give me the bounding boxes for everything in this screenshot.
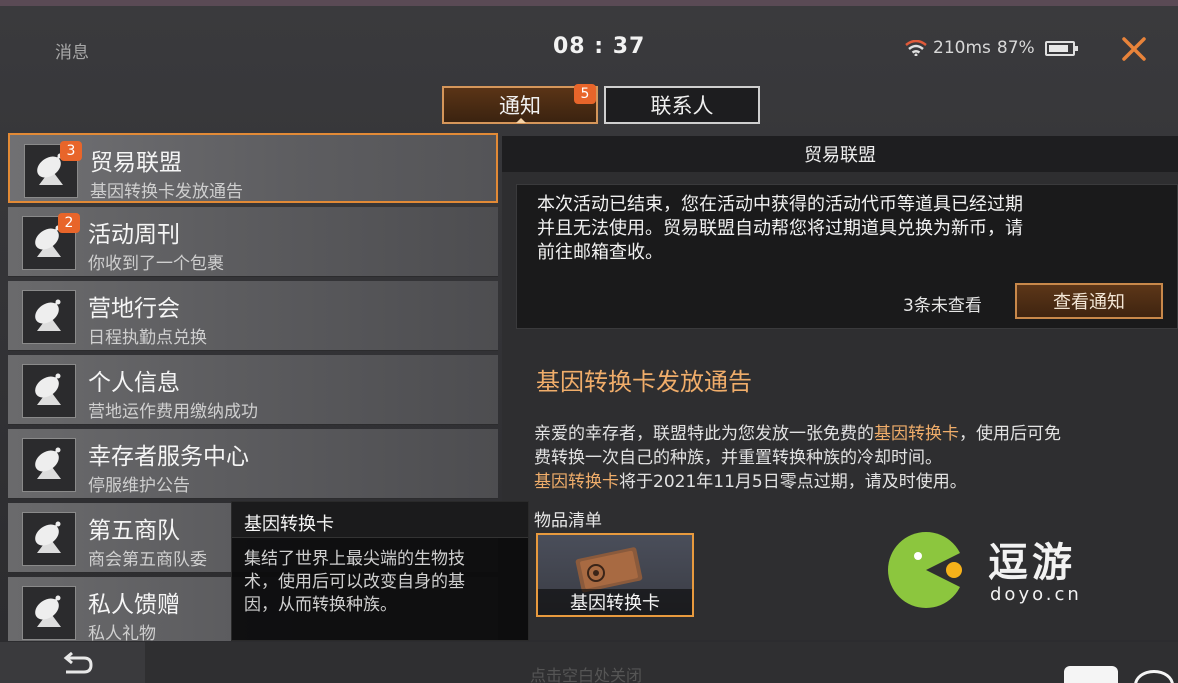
- item-name: 基因转换卡: [538, 589, 692, 615]
- tab-label: 通知: [499, 94, 541, 118]
- doyo-logo-icon: [888, 532, 966, 608]
- item-link: 基因转换卡: [874, 424, 959, 444]
- article-line: 亲爱的幸存者，联盟特此为您发放一张免费的基因转换卡，使用后可免: [534, 422, 1164, 446]
- detail-header: 贸易联盟: [502, 136, 1178, 172]
- unread-badge: 2: [58, 213, 80, 233]
- list-item[interactable]: 2 活动周刊 你收到了一个包裹: [8, 207, 498, 277]
- close-icon[interactable]: [1117, 32, 1151, 66]
- unread-badge: 3: [60, 141, 82, 161]
- item-subtitle: 商会第五商队委: [88, 550, 207, 570]
- article-line: 费转换一次自己的种族，并重置转换种族的冷却时间。: [534, 448, 942, 468]
- network-status: 210ms 87%: [905, 38, 1078, 58]
- tab-label: 联系人: [650, 94, 714, 118]
- bottom-bar: 点击空白处关闭: [0, 642, 1178, 683]
- text-span: 将于2021年11月5日零点过期，请及时使用。: [619, 472, 967, 492]
- text-span: ，使用后可免: [959, 424, 1061, 444]
- notice-line: 本次活动已结束，您在活动中获得的活动代币等道具已经过期: [537, 194, 1023, 215]
- tab-contacts[interactable]: 联系人: [604, 86, 760, 124]
- ping-value: 210ms: [933, 38, 991, 58]
- item-subtitle: 日程执勤点兑换: [88, 328, 207, 348]
- overlay-app-icon[interactable]: [1064, 666, 1118, 683]
- tooltip-line: 因，从而转换种族。: [244, 595, 397, 615]
- tab-bar: 通知 5 联系人: [442, 84, 760, 124]
- satellite-dish-icon: [22, 512, 76, 566]
- notice-line: 前往邮箱查收。: [537, 242, 663, 263]
- tooltip-line: 术，使用后可以改变自身的基: [244, 572, 465, 592]
- satellite-dish-icon: [22, 290, 76, 344]
- unread-count: 3条未查看: [903, 296, 982, 316]
- item-title: 幸存者服务中心: [88, 444, 249, 470]
- article-text: 亲爱的幸存者，联盟特此为您发放一张免费的基因转换卡，使用后可免 费转换一次自己的…: [534, 422, 1164, 494]
- watermark-url: doyo.cn: [990, 584, 1082, 605]
- tooltip-title: 基因转换卡: [232, 502, 528, 538]
- item-subtitle: 停服维护公告: [88, 476, 190, 496]
- item-tooltip: 基因转换卡 集结了世界上最尖端的生物技 术，使用后可以改变自身的基 因，从而转换…: [231, 501, 529, 641]
- item-card[interactable]: 基因转换卡: [536, 533, 694, 617]
- item-title: 第五商队: [88, 518, 180, 544]
- satellite-dish-icon: [22, 364, 76, 418]
- item-subtitle: 营地运作费用缴纳成功: [88, 402, 258, 422]
- close-hint[interactable]: 点击空白处关闭: [530, 662, 642, 683]
- item-title: 私人馈赠: [88, 592, 180, 618]
- item-subtitle: 你收到了一个包裹: [88, 254, 224, 274]
- item-subtitle: 私人礼物: [88, 624, 156, 641]
- list-item[interactable]: 个人信息 营地运作费用缴纳成功: [8, 355, 498, 425]
- notice-box: 本次活动已结束，您在活动中获得的活动代币等道具已经过期 并且无法使用。贸易联盟自…: [516, 184, 1178, 329]
- list-item[interactable]: 幸存者服务中心 停服维护公告: [8, 429, 498, 499]
- notice-text: 本次活动已结束，您在活动中获得的活动代币等道具已经过期 并且无法使用。贸易联盟自…: [537, 193, 1137, 265]
- satellite-dish-icon: [22, 438, 76, 492]
- view-notification-button[interactable]: 查看通知: [1015, 283, 1163, 319]
- article-line: 基因转换卡将于2021年11月5日零点过期，请及时使用。: [534, 470, 1164, 494]
- tooltip-description: 集结了世界上最尖端的生物技 术，使用后可以改变自身的基 因，从而转换种族。: [244, 548, 520, 617]
- item-link: 基因转换卡: [534, 472, 619, 492]
- item-title: 活动周刊: [88, 222, 180, 248]
- unread-badge: 5: [574, 84, 596, 104]
- tab-notifications[interactable]: 通知 5: [442, 84, 598, 124]
- status-bar: 消息 08 : 37 210ms 87%: [0, 12, 1178, 76]
- clock: 08 : 37: [553, 34, 646, 59]
- battery-icon: [1044, 40, 1078, 56]
- watermark: 逗游 doyo.cn: [884, 528, 1104, 614]
- item-subtitle: 基因转换卡发放通告: [90, 182, 243, 202]
- item-title: 营地行会: [88, 296, 180, 322]
- item-title: 个人信息: [88, 370, 180, 396]
- items-label: 物品清单: [534, 511, 602, 531]
- battery-value: 87%: [996, 38, 1035, 58]
- item-title: 贸易联盟: [90, 150, 182, 176]
- window-title: 消息: [55, 43, 89, 63]
- list-item[interactable]: 3 贸易联盟 基因转换卡发放通告: [8, 133, 498, 203]
- gene-card-icon: [575, 547, 643, 593]
- watermark-text: 逗游: [988, 540, 1076, 586]
- game-window: 消息 08 : 37 210ms 87% 通知 5 联系人 3 贸易联盟 基因转…: [0, 0, 1178, 683]
- article-title: 基因转换卡发放通告: [536, 368, 752, 396]
- list-item[interactable]: 营地行会 日程执勤点兑换: [8, 281, 498, 351]
- wifi-icon: [905, 40, 927, 56]
- tooltip-line: 集结了世界上最尖端的生物技: [244, 549, 465, 569]
- notice-line: 并且无法使用。贸易联盟自动帮您将过期道具兑换为新币，请: [537, 218, 1023, 239]
- back-icon[interactable]: [60, 651, 94, 680]
- text-span: 亲爱的幸存者，联盟特此为您发放一张免费的: [534, 424, 874, 444]
- bottom-left-panel: [0, 642, 145, 683]
- satellite-dish-icon: [22, 586, 76, 640]
